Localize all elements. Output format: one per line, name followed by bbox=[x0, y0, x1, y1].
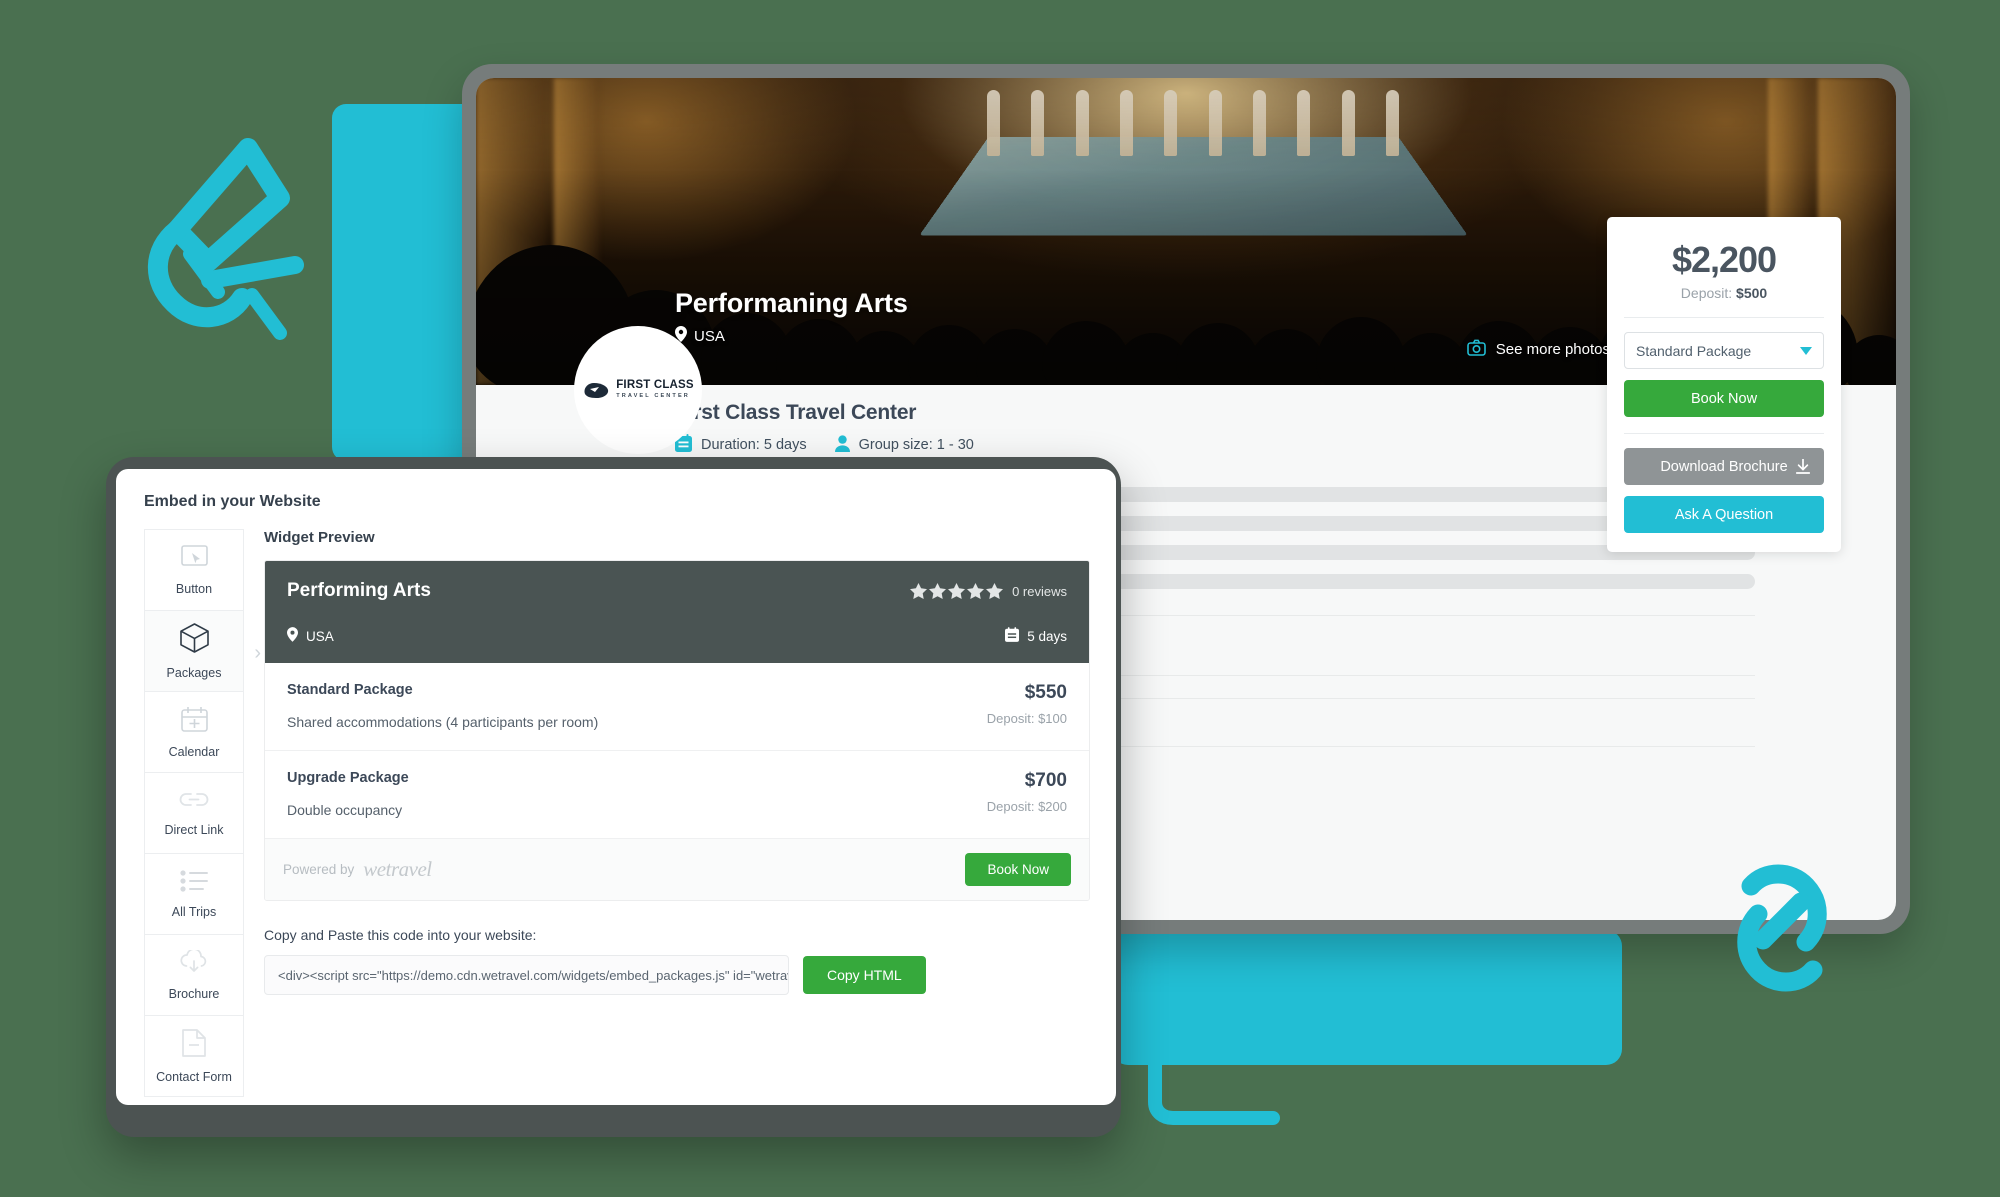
download-brochure-label: Download Brochure bbox=[1660, 458, 1788, 475]
sidebar-item-button-label: Button bbox=[175, 581, 213, 596]
booking-card: $2,200 Deposit: $500 Standard Package Bo… bbox=[1607, 217, 1841, 552]
sidebar-item-calendar-label: Calendar bbox=[168, 744, 220, 759]
divider bbox=[1624, 317, 1824, 318]
widget-duration-label: 5 days bbox=[1027, 628, 1067, 644]
chevron-down-icon bbox=[1800, 346, 1812, 355]
sidebar-item-calendar[interactable]: Calendar bbox=[145, 692, 243, 773]
widget-duration: 5 days bbox=[1005, 627, 1067, 645]
see-more-photos-button[interactable]: See more photos bbox=[1466, 339, 1610, 360]
package-select[interactable]: Standard Package bbox=[1624, 332, 1824, 369]
hero-title-block: Performaning Arts USA bbox=[675, 288, 908, 346]
download-brochure-button[interactable]: Download Brochure bbox=[1624, 448, 1824, 485]
calendar-icon bbox=[1005, 627, 1020, 645]
package-price: $700 bbox=[1024, 770, 1067, 791]
package-description: Double occupancy bbox=[287, 802, 403, 818]
speech-bubble-shape bbox=[1145, 1043, 1305, 1125]
trip-price: $2,200 bbox=[1671, 239, 1777, 280]
trip-deposit-label: Deposit: bbox=[1680, 285, 1733, 301]
download-icon bbox=[1796, 459, 1810, 474]
wetravel-logo: wetravel bbox=[363, 857, 432, 881]
link-icon bbox=[179, 789, 209, 815]
package-select-value: Standard Package bbox=[1636, 342, 1752, 359]
powered-by-label: Powered by bbox=[283, 862, 355, 877]
widget-preview: Performing Arts 0 reviews USA 5 days Sta… bbox=[264, 560, 1090, 901]
sidebar-item-button[interactable]: Button bbox=[145, 530, 243, 611]
trip-group-size-label: Group size: 1 - 30 bbox=[858, 437, 974, 453]
megaphone-icon bbox=[130, 130, 360, 345]
trip-duration: Duration: 5 days bbox=[675, 434, 807, 456]
book-now-label: Book Now bbox=[1690, 390, 1758, 407]
bullet-list-icon bbox=[180, 869, 208, 897]
widget-header: Performing Arts 0 reviews USA 5 days bbox=[265, 561, 1089, 663]
sidebar-item-brochure[interactable]: Brochure bbox=[145, 935, 243, 1016]
package-deposit: Deposit: $100 bbox=[986, 711, 1067, 726]
package-description: Shared accommodations (4 participants pe… bbox=[287, 714, 599, 730]
hero-location: USA bbox=[675, 326, 908, 346]
copy-html-button[interactable]: Copy HTML bbox=[803, 956, 926, 994]
package-name: Upgrade Package bbox=[287, 770, 409, 786]
cursor-in-frame-icon bbox=[180, 544, 208, 574]
cloud-download-icon bbox=[179, 947, 209, 979]
powered-by: Powered by wetravel bbox=[283, 857, 432, 882]
page-title: Performaning Arts bbox=[675, 288, 908, 318]
map-pin-icon bbox=[287, 627, 298, 645]
widget-book-now-label: Book Now bbox=[987, 862, 1049, 877]
widget-footer: Powered by wetravel Book Now bbox=[265, 838, 1089, 900]
star-rating-icons bbox=[910, 583, 1004, 599]
package-row[interactable]: Upgrade Package Double occupancy $700 De… bbox=[265, 750, 1089, 838]
sidebar-item-packages[interactable]: Packages bbox=[145, 611, 243, 692]
trip-group-size: Group size: 1 - 30 bbox=[834, 434, 974, 456]
trip-duration-label: Duration: 5 days bbox=[701, 437, 807, 453]
copy-html-label: Copy HTML bbox=[827, 967, 902, 983]
calendar-icon bbox=[180, 706, 208, 737]
camera-icon bbox=[1466, 339, 1486, 360]
embed-type-sidebar: Button Packages Calendar Direct Link All… bbox=[144, 529, 261, 1097]
sidebar-item-all-trips[interactable]: All Trips bbox=[145, 854, 243, 935]
copy-instruction: Copy and Paste this code into your websi… bbox=[264, 927, 537, 943]
box-icon bbox=[179, 622, 209, 658]
logo-line-2: TRAVEL CENTER bbox=[616, 392, 690, 399]
first-class-emblem-icon bbox=[584, 383, 609, 398]
divider bbox=[1624, 433, 1824, 434]
book-now-button[interactable]: Book Now bbox=[1624, 380, 1824, 417]
chevron-right-icon: › bbox=[254, 642, 261, 664]
sidebar-item-packages-label: Packages bbox=[166, 665, 222, 680]
widget-book-now-button[interactable]: Book Now bbox=[965, 853, 1071, 886]
ask-a-question-label: Ask A Question bbox=[1674, 506, 1774, 523]
widget-reviews-count: 0 reviews bbox=[1012, 583, 1067, 599]
package-deposit: Deposit: $200 bbox=[986, 799, 1067, 814]
decorative-teal-panel-bottom bbox=[1112, 930, 1622, 1065]
person-icon bbox=[834, 434, 850, 456]
modal-title: Embed in your Website bbox=[144, 493, 321, 510]
sidebar-item-direct-link-label: Direct Link bbox=[164, 823, 224, 837]
chain-link-icon bbox=[1705, 848, 1860, 1008]
embed-modal: Embed in your Website Button Packages Ca… bbox=[116, 469, 1116, 1105]
widget-preview-label: Widget Preview bbox=[264, 529, 375, 546]
widget-location: USA bbox=[287, 627, 334, 645]
organizer-logo-avatar: FIRST CLASS TRAVEL CENTER bbox=[574, 326, 702, 454]
ask-a-question-button[interactable]: Ask A Question bbox=[1624, 496, 1824, 533]
widget-trip-name: Performing Arts bbox=[287, 580, 431, 601]
sidebar-item-direct-link[interactable]: Direct Link bbox=[145, 773, 243, 854]
package-name: Standard Package bbox=[287, 682, 413, 698]
logo-line-1: FIRST CLASS bbox=[616, 379, 694, 392]
embed-code-value: <div><script src="https://demo.cdn.wetra… bbox=[278, 967, 789, 983]
package-price: $550 bbox=[1024, 682, 1067, 703]
modal-device-frame: Embed in your Website Button Packages Ca… bbox=[106, 457, 1121, 1137]
trip-deposit: Deposit: $500 bbox=[1624, 285, 1824, 301]
embed-code-input[interactable]: <div><script src="https://demo.cdn.wetra… bbox=[264, 955, 789, 995]
sidebar-item-all-trips-label: All Trips bbox=[171, 904, 217, 919]
widget-rating: 0 reviews bbox=[910, 583, 1067, 599]
see-more-photos-label: See more photos bbox=[1495, 341, 1610, 358]
hero-location-label: USA bbox=[694, 327, 725, 345]
sidebar-item-contact-form-label: Contact Form bbox=[156, 1069, 232, 1084]
document-icon bbox=[182, 1028, 206, 1062]
sidebar-item-brochure-label: Brochure bbox=[168, 986, 220, 1001]
trip-deposit-value: $500 bbox=[1736, 285, 1768, 301]
package-row[interactable]: Standard Package Shared accommodations (… bbox=[265, 663, 1089, 750]
widget-location-label: USA bbox=[306, 628, 334, 644]
sidebar-item-contact-form[interactable]: Contact Form bbox=[145, 1016, 243, 1097]
